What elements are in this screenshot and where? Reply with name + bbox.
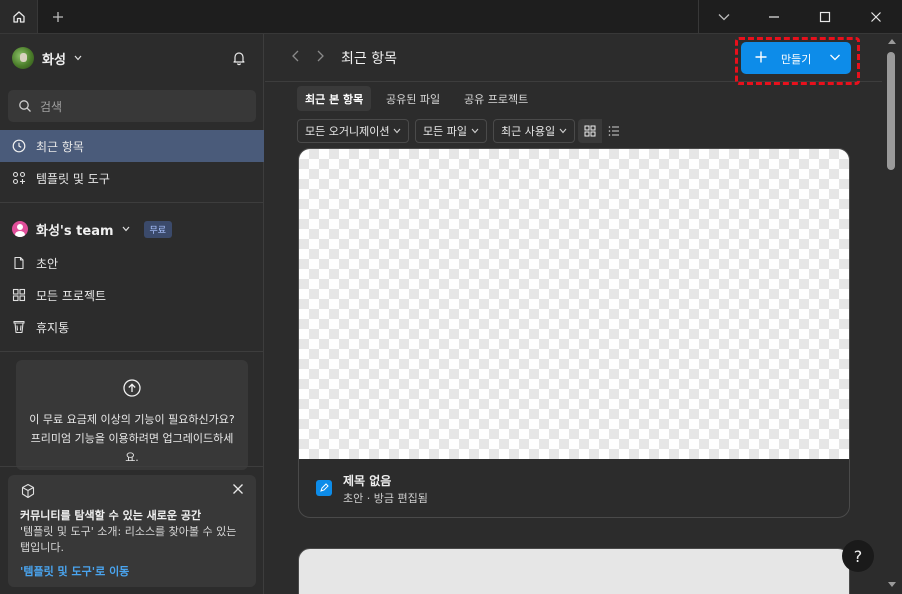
maximize-icon [819,11,831,23]
cube-icon [20,483,36,499]
file-thumbnail [299,149,849,459]
chevron-left-icon[interactable] [291,50,301,62]
sidebar-item-label: 모든 프로젝트 [36,288,107,303]
grid-view-button[interactable] [578,119,602,143]
sidebar-item-templates[interactable]: 템플릿 및 도구 [0,162,264,194]
notice-body: '템플릿 및 도구' 소개: 리소스를 찾아볼 수 있는 탭입니다. [20,525,237,554]
sidebar: 화성 검색 최근 항목 템플릿 및 도구 화성's team 무료 초안 모든 … [0,34,264,594]
scroll-up-icon[interactable] [888,38,896,44]
promo-text: 이 무료 요금제 이상의 기능이 필요하신가요? 프리미엄 기능을 이용하려면 … [29,413,235,464]
create-button[interactable]: 만들기 [741,42,851,74]
page-title: 최근 항목 [341,51,397,67]
list-view-button[interactable] [602,119,626,143]
titlebar-divider [698,0,699,33]
clock-icon [12,139,26,153]
home-icon [12,10,26,24]
organization-filter[interactable]: 모든 오거니제이션 [297,119,410,143]
sidebar-item-trash[interactable]: 휴지통 [0,311,264,343]
filter-label: 최근 사용일 [501,125,556,138]
search-icon [18,99,32,113]
help-button[interactable]: ? [842,540,874,572]
chevron-down-icon [471,128,479,134]
templates-icon [12,171,26,185]
close-icon [870,11,882,23]
tabs-menu-button[interactable] [700,0,748,33]
user-switcher[interactable]: 화성 [12,46,82,70]
team-avatar [12,221,28,237]
avatar [12,47,34,69]
sidebar-item-drafts[interactable]: 초안 [0,247,264,279]
sidebar-divider [0,351,264,352]
user-name: 화성 [42,52,66,68]
sidebar-item-label: 휴지통 [36,320,70,335]
search-input[interactable]: 검색 [8,90,256,122]
sidebar-divider [0,202,264,203]
list-icon [608,125,620,137]
home-button[interactable] [0,0,38,33]
minimize-icon [768,11,780,23]
trash-icon [12,320,26,334]
file-card[interactable] [298,548,850,594]
notice-title: 커뮤니티를 탐색할 수 있는 새로운 공간 [20,509,202,522]
close-icon[interactable] [232,483,244,495]
chevron-right-icon[interactable] [315,50,325,62]
create-label: 만들기 [781,53,812,66]
search-placeholder: 검색 [40,99,63,114]
chevron-down-icon [122,226,130,232]
tab-shared-files[interactable]: 공유된 파일 [378,86,448,111]
sidebar-item-label: 최근 항목 [36,139,84,154]
main-header: 최근 항목 만들기 [265,34,902,85]
file-title: 제목 없음 [343,474,392,488]
grid-icon [584,125,596,137]
chevron-down-icon [559,128,567,134]
chevron-down-icon [718,13,730,21]
maximize-button[interactable] [800,0,850,33]
file-filter[interactable]: 모든 파일 [415,119,487,143]
sidebar-item-all-projects[interactable]: 모든 프로젝트 [0,279,264,311]
new-tab-button[interactable] [40,0,76,33]
scroll-down-icon[interactable] [888,582,896,588]
team-switcher[interactable]: 화성's team 무료 [12,218,173,240]
minimize-button[interactable] [748,0,800,33]
grid-icon [12,288,26,302]
sidebar-item-label: 템플릿 및 도구 [36,171,110,186]
sidebar-item-label: 초안 [36,256,59,271]
sort-filter[interactable]: 최근 사용일 [493,119,576,143]
community-notice: 커뮤니티를 탐색할 수 있는 새로운 공간 '템플릿 및 도구' 소개: 리소스… [8,475,256,587]
notice-link[interactable]: '템플릿 및 도구'로 이동 [20,563,129,579]
view-toggle [578,119,626,143]
tab-shared-projects[interactable]: 공유 프로젝트 [456,86,536,111]
file-icon [12,256,26,270]
filter-label: 모든 파일 [423,125,467,138]
plan-badge: 무료 [143,220,173,238]
bell-icon[interactable] [231,50,247,66]
upgrade-promo[interactable]: 이 무료 요금제 이상의 기능이 필요하신가요? 프리미엄 기능을 이용하려면 … [16,360,248,470]
title-bar [0,0,902,34]
scrollbar[interactable] [882,34,902,594]
team-name: 화성's team [36,223,114,239]
file-meta: 초안 · 방금 편집됨 [343,492,428,505]
sidebar-divider [0,466,264,467]
arrow-up-circle-icon [122,378,142,398]
chevron-down-icon [393,128,401,134]
file-card[interactable]: 제목 없음 초안 · 방금 편집됨 [298,148,850,518]
tab-recent-viewed[interactable]: 최근 본 항목 [297,86,372,111]
chevron-down-icon [74,55,82,61]
scrollbar-thumb[interactable] [887,52,895,170]
filter-label: 모든 오거니제이션 [305,125,390,138]
plus-icon [52,11,64,23]
sidebar-item-recent[interactable]: 최근 항목 [0,130,264,162]
close-window-button[interactable] [850,0,902,33]
design-file-icon [316,480,332,496]
plus-icon [754,50,768,64]
chevron-down-icon[interactable] [829,52,841,62]
